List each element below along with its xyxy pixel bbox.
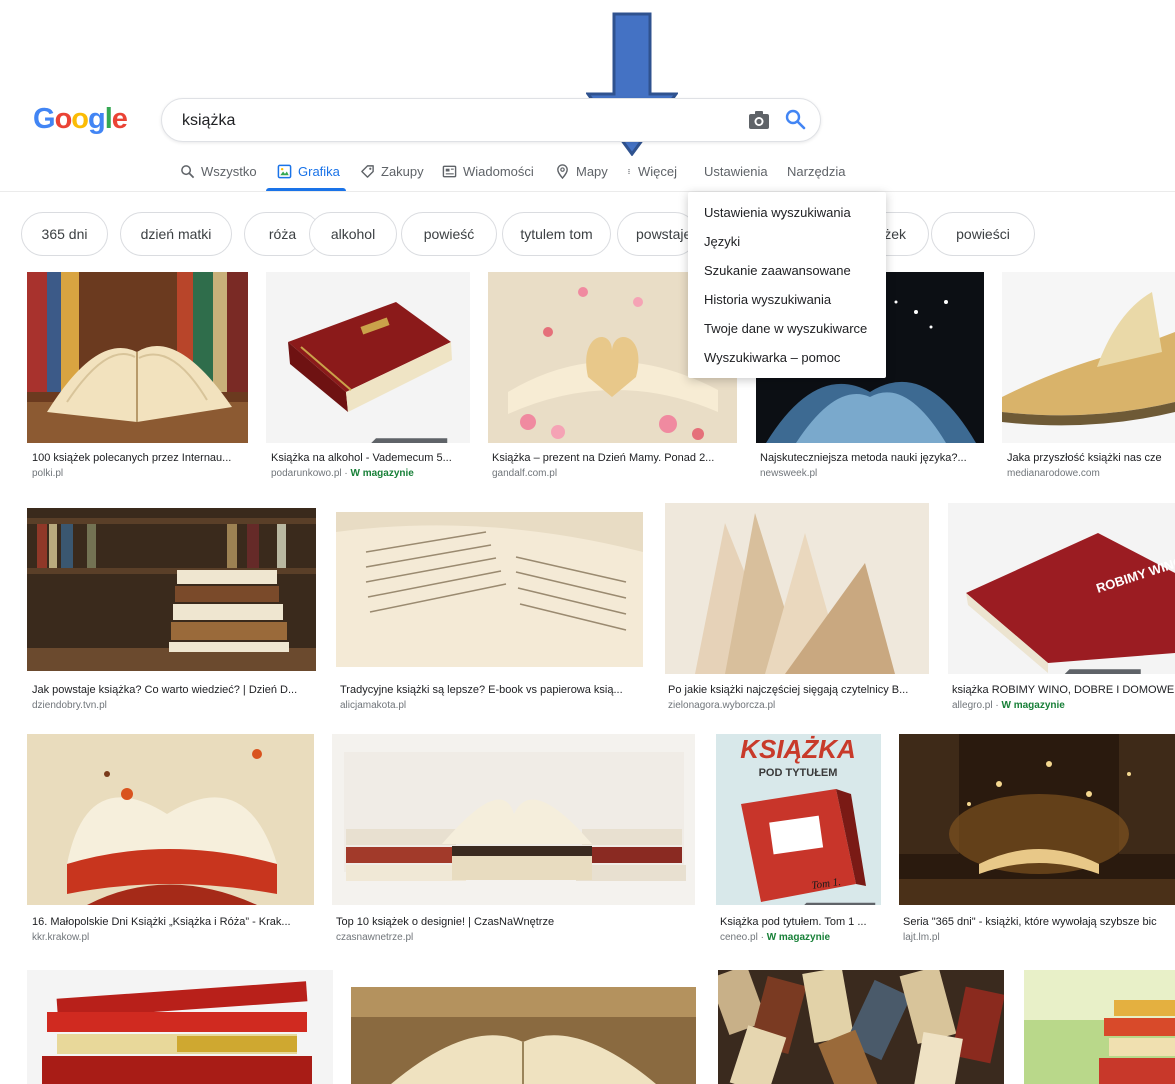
search-icon[interactable] (784, 108, 806, 130)
search-icon (181, 165, 195, 179)
result-title[interactable]: 16. Małopolskie Dni Książki „Książka i R… (32, 916, 317, 928)
image-result[interactable] (266, 272, 470, 443)
result-title[interactable]: 100 książek polecanych przez Internau... (32, 452, 247, 464)
settings-dropdown: Ustawienia wyszukiwania Języki Szukanie … (688, 192, 886, 378)
image-result[interactable] (1002, 272, 1175, 443)
book-image (1024, 970, 1175, 1084)
book-image (27, 272, 248, 443)
image-result[interactable] (336, 512, 643, 667)
image-subtitle-text: POD TYTUŁEM (759, 767, 838, 779)
image-result[interactable] (27, 970, 333, 1084)
image-result[interactable]: KSIĄŻKA POD TYTUŁEM Tom 1. (716, 734, 881, 905)
menu-item-languages[interactable]: Języki (688, 227, 886, 256)
result-source: ceneo.pl · W magazynie (720, 932, 831, 943)
image-result[interactable] (1024, 970, 1175, 1084)
chip[interactable]: alkohol (309, 212, 397, 256)
chip[interactable]: dzień matki (120, 212, 232, 256)
book-image (266, 272, 470, 443)
image-result[interactable] (332, 734, 695, 905)
tag-icon (361, 165, 374, 178)
tab-all[interactable]: Wszystko (180, 164, 257, 179)
product-tag-icon (371, 438, 448, 443)
chip[interactable]: 365 dni (21, 212, 108, 256)
chip[interactable]: powieści (931, 212, 1035, 256)
result-title[interactable]: Top 10 książek o designie! | CzasNaWnętr… (336, 916, 696, 928)
result-title[interactable]: Książka na alkohol - Vademecum 5... (271, 452, 471, 464)
menu-item-search-settings[interactable]: Ustawienia wyszukiwania (688, 198, 886, 227)
book-image (27, 970, 333, 1084)
menu-item-search-history[interactable]: Historia wyszukiwania (688, 285, 886, 314)
chip[interactable]: powieść (401, 212, 497, 256)
tab-shopping[interactable]: Zakupy (360, 164, 424, 179)
result-source: newsweek.pl (760, 468, 818, 479)
result-source: polki.pl (32, 468, 64, 479)
tab-maps[interactable]: Mapy (555, 164, 608, 179)
book-image (351, 987, 696, 1084)
result-title[interactable]: Po jakie książki najczęściej sięgają czy… (668, 684, 930, 696)
camera-icon[interactable] (748, 110, 770, 130)
image-result[interactable] (27, 734, 314, 905)
menu-item-help[interactable]: Wyszukiwarka – pomoc (688, 343, 886, 372)
product-tag-icon (804, 902, 876, 905)
tab-images[interactable]: Grafika (277, 164, 340, 179)
image-title-text: KSIĄŻKA (740, 734, 856, 764)
tab-more[interactable]: Więcej (626, 164, 677, 179)
google-logo[interactable]: Google (33, 103, 128, 136)
result-title[interactable]: Jak powstaje książka? Co warto wiedzieć?… (32, 684, 317, 696)
book-image: ROBIMY WINO (948, 503, 1175, 674)
book-image (27, 734, 314, 905)
tab-tools[interactable]: Narzędzia (787, 164, 846, 179)
result-source: gandalf.com.pl (492, 468, 558, 479)
product-tag-icon (1064, 669, 1141, 674)
news-icon (442, 165, 457, 178)
tab-news[interactable]: Wiadomości (442, 164, 534, 179)
book-image: KSIĄŻKA POD TYTUŁEM Tom 1. (716, 734, 881, 905)
book-image (665, 503, 929, 674)
image-result[interactable]: ROBIMY WINO (948, 503, 1175, 674)
image-result[interactable] (718, 970, 1004, 1084)
image-result[interactable] (27, 272, 248, 443)
search-tabs: Wszystko Grafika Zakupy Wiadomości Mapy … (0, 158, 1175, 192)
result-title[interactable]: Książka pod tytułem. Tom 1 ... (720, 916, 882, 928)
chip[interactable]: tytulem tom (502, 212, 611, 256)
book-image (27, 508, 316, 671)
book-image (332, 734, 695, 905)
result-source: czasnawnetrze.pl (336, 932, 414, 943)
result-source: dziendobry.tvn.pl (32, 700, 107, 711)
chip[interactable]: powstaje (617, 212, 697, 256)
result-title[interactable]: Książka – prezent na Dzień Mamy. Ponad 2… (492, 452, 732, 464)
result-source: lajt.lm.pl (903, 932, 940, 943)
image-result[interactable] (899, 734, 1175, 905)
menu-item-your-data[interactable]: Twoje dane w wyszukiwarce (688, 314, 886, 343)
result-title[interactable]: Seria "365 dni" - książki, które wywołaj… (903, 916, 1175, 928)
result-source: medianarodowe.com (1007, 468, 1100, 479)
result-source: zielonagora.wyborcza.pl (668, 700, 776, 711)
image-result[interactable] (27, 508, 316, 671)
result-source: podarunkowo.pl · W magazynie (271, 468, 414, 479)
result-title[interactable]: Tradycyjne książki są lepsze? E-book vs … (340, 684, 640, 696)
menu-item-advanced-search[interactable]: Szukanie zaawansowane (688, 256, 886, 285)
image-result[interactable] (351, 987, 696, 1084)
tab-settings[interactable]: Ustawienia (704, 164, 768, 179)
result-title[interactable]: książka ROBIMY WINO, DOBRE I DOMOWE (952, 684, 1175, 696)
book-image (1002, 272, 1175, 443)
map-pin-icon (557, 164, 568, 179)
image-icon (277, 164, 292, 179)
book-image (336, 512, 643, 667)
more-vert-icon (628, 169, 630, 174)
result-source: allegro.pl · W magazynie (952, 700, 1065, 711)
image-result[interactable] (665, 503, 929, 674)
book-image (899, 734, 1175, 905)
active-tab-indicator (266, 188, 346, 191)
result-source: alicjamakota.pl (340, 700, 407, 711)
search-input[interactable] (182, 109, 722, 133)
result-source: kkr.krakow.pl (32, 932, 90, 943)
result-title[interactable]: Najskuteczniejsza metoda nauki języka?..… (760, 452, 985, 464)
book-image (718, 970, 1004, 1084)
search-box[interactable] (161, 98, 821, 142)
result-title[interactable]: Jaka przyszłość książki nas cze (1007, 452, 1175, 464)
